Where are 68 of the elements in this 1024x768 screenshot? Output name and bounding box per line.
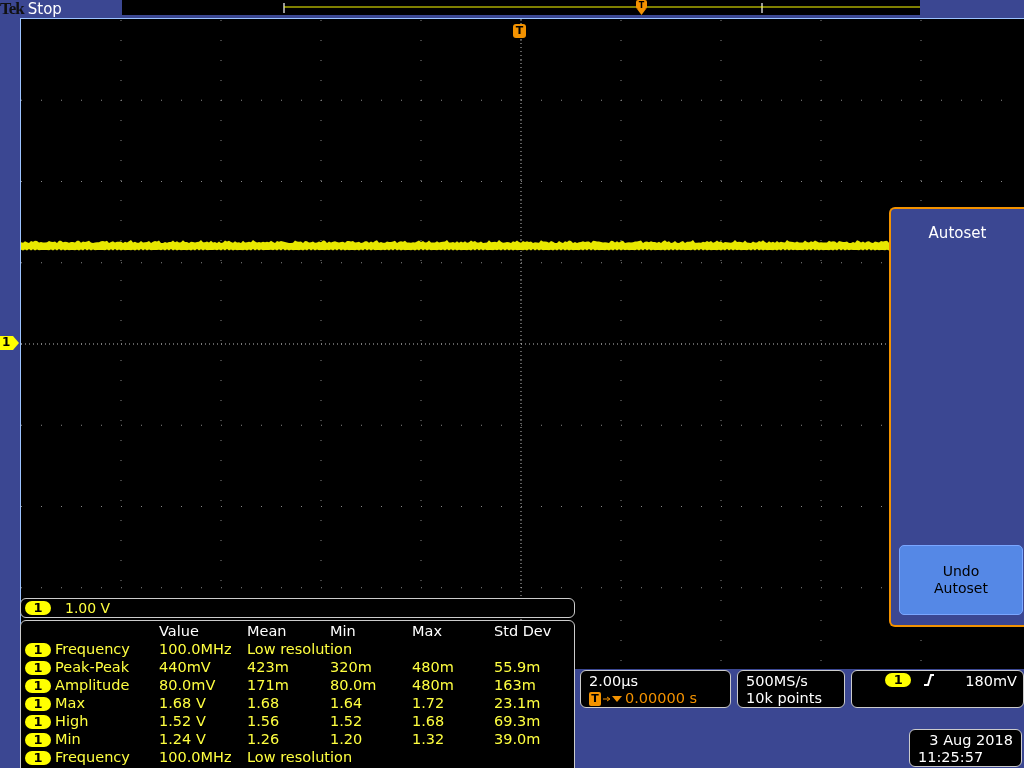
trigger-position-marker[interactable]: T	[513, 24, 526, 38]
measurement-name: Frequency	[55, 641, 131, 657]
table-cell-text: 1.24 V	[159, 731, 207, 747]
table-cell-text: 480m	[412, 677, 455, 693]
record-length: 10k points	[746, 690, 823, 707]
channel-badge: 1	[25, 715, 51, 729]
measurement-name: Frequency	[55, 749, 131, 765]
table-cell-text: 1.56	[247, 713, 281, 729]
trigger-icon: T	[589, 691, 601, 706]
table-cell-text: 39.0m	[494, 731, 542, 747]
acquisition-status: Stop	[27, 0, 62, 18]
table-cell-text: 1.52 V	[159, 713, 207, 729]
table-cell-text: 423m	[247, 659, 290, 675]
table-cell-text: 100.0MHz	[159, 749, 233, 765]
table-cell-text: 1.52	[330, 713, 364, 729]
channel-marker[interactable]: 1	[0, 335, 20, 351]
channel-badge: 1	[25, 601, 51, 615]
vertical-scale: 1.00 V	[65, 600, 111, 616]
menu-title: Autoset	[927, 224, 988, 242]
rising-edge-icon	[923, 673, 936, 687]
table-cell-text: 1.68	[247, 695, 281, 711]
table-cell-text: 1.68	[412, 713, 446, 729]
channel-badge: 1	[25, 643, 51, 657]
column-header: Std Dev	[494, 623, 553, 639]
table-cell-text: 1.72	[412, 695, 446, 711]
brand-logo: Tek	[0, 0, 24, 19]
table-cell-text: 69.3m	[494, 713, 542, 729]
channel-badge: 1	[25, 751, 51, 765]
channel-badge: 1	[25, 697, 51, 711]
channel-badge: 1	[25, 661, 51, 675]
table-cell-text: 1.26	[247, 731, 281, 747]
arrow-icon	[603, 693, 623, 704]
trigger-marker-label: T	[638, 1, 645, 10]
measurement-name: Peak-Peak	[55, 659, 131, 675]
column-header: Max	[412, 623, 443, 639]
measurement-name: High	[55, 713, 90, 729]
column-header: Value	[159, 623, 200, 639]
trigger-level: 180mV	[965, 673, 1017, 690]
undo-autoset-button[interactable]: Undo Autoset	[899, 545, 1023, 615]
table-cell-text: 80.0m	[330, 677, 378, 693]
table-cell-text: Low resolution	[247, 641, 354, 657]
table-cell-text: 320m	[330, 659, 373, 675]
channel-badge: 1	[25, 733, 51, 747]
sample-rate: 500MS/s	[746, 673, 809, 690]
table-cell-text: 163m	[494, 677, 537, 693]
table-cell-text: 23.1m	[494, 695, 542, 711]
table-cell-text: 440mV	[159, 659, 212, 675]
time: 11:25:57	[918, 749, 985, 766]
column-header: Min	[330, 623, 357, 639]
table-cell-text: 1.20	[330, 731, 364, 747]
horizontal-position: 0.00000 s	[625, 690, 698, 707]
table-cell-text: 480m	[412, 659, 455, 675]
table-cell-text: 1.64	[330, 695, 364, 711]
table-cell-text: Low resolution	[247, 749, 354, 765]
channel-badge: 1	[885, 673, 912, 687]
date: 3 Aug 2018	[928, 732, 1013, 749]
table-cell-text: 1.68 V	[159, 695, 207, 711]
table-cell-text: 1.32	[412, 731, 446, 747]
measurement-name: Min	[55, 731, 82, 747]
time-per-division: 2.00µs	[589, 673, 640, 690]
table-cell-text: 100.0MHz	[159, 641, 233, 657]
measurement-name: Max	[55, 695, 86, 711]
channel-badge: 1	[25, 679, 51, 693]
measurement-name: Amplitude	[55, 677, 131, 693]
table-cell-text: 171m	[247, 677, 290, 693]
column-header: Mean	[247, 623, 288, 639]
table-cell-text: 55.9m	[494, 659, 542, 675]
table-cell-text: 80.0mV	[159, 677, 217, 693]
